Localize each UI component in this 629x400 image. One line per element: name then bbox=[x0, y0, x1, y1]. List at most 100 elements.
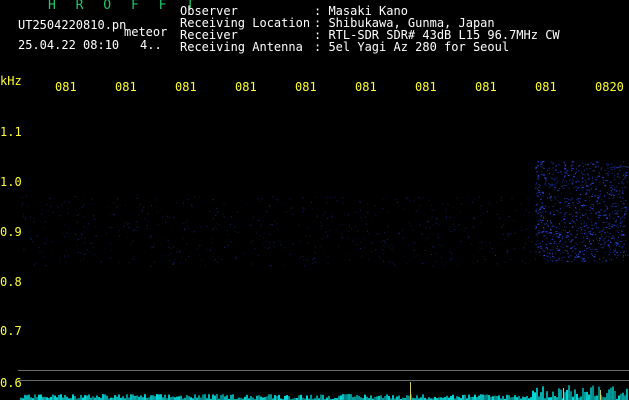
noise-dot bbox=[45, 265, 47, 266]
noise-dot bbox=[603, 243, 606, 245]
noise-dot bbox=[151, 205, 152, 207]
noise-dot bbox=[59, 215, 60, 217]
noise-dot bbox=[620, 217, 622, 219]
noise-dot bbox=[623, 174, 625, 176]
noise-dot bbox=[374, 205, 376, 207]
noise-dot bbox=[582, 173, 585, 175]
noise-dot bbox=[553, 214, 555, 216]
noise-dot bbox=[489, 242, 491, 244]
noise-dot bbox=[619, 170, 621, 171]
noise-dot bbox=[499, 217, 501, 219]
noise-dot bbox=[600, 168, 602, 170]
noise-dot bbox=[338, 224, 340, 225]
noise-dot bbox=[564, 163, 565, 165]
noise-dot bbox=[575, 207, 577, 209]
noise-dot bbox=[545, 211, 547, 213]
noise-dot bbox=[580, 396, 582, 400]
noise-dot bbox=[352, 239, 354, 241]
noise-dot bbox=[402, 208, 404, 210]
noise-dot bbox=[237, 231, 239, 233]
noise-dot bbox=[622, 247, 624, 249]
noise-dot bbox=[622, 193, 624, 194]
noise-dot bbox=[609, 218, 611, 220]
noise-dot bbox=[583, 240, 585, 242]
noise-dot bbox=[539, 219, 541, 221]
noise-dot bbox=[243, 253, 245, 255]
noise-dot bbox=[208, 394, 210, 400]
noise-dot bbox=[213, 200, 215, 202]
noise-dot bbox=[542, 231, 545, 233]
noise-dot bbox=[569, 179, 571, 181]
noise-dot bbox=[538, 232, 540, 234]
noise-dot bbox=[380, 395, 382, 400]
noise-dot bbox=[552, 236, 554, 238]
noise-dot bbox=[279, 240, 281, 242]
noise-dot bbox=[262, 243, 264, 245]
noise-dot bbox=[210, 249, 211, 251]
noise-dot bbox=[327, 235, 329, 237]
noise-dot bbox=[173, 217, 175, 219]
noise-dot bbox=[595, 213, 597, 215]
noise-dot bbox=[543, 167, 545, 169]
noise-dot bbox=[578, 211, 580, 213]
noise-dot bbox=[349, 224, 351, 226]
noise-dot bbox=[164, 394, 166, 400]
noise-dot bbox=[132, 229, 134, 231]
noise-dot bbox=[617, 210, 619, 212]
noise-dot bbox=[419, 204, 421, 206]
noise-dot bbox=[530, 251, 532, 253]
noise-dot bbox=[593, 209, 594, 211]
noise-dot bbox=[570, 213, 572, 215]
noise-dot bbox=[491, 238, 493, 240]
noise-dot bbox=[617, 216, 620, 218]
noise-dot bbox=[604, 232, 606, 234]
noise-dot bbox=[557, 172, 559, 173]
noise-dot bbox=[591, 251, 593, 252]
noise-dot bbox=[600, 169, 602, 171]
noise-dot bbox=[555, 243, 557, 245]
noise-dot bbox=[550, 228, 551, 230]
noise-dot bbox=[552, 163, 554, 165]
noise-dot bbox=[92, 246, 94, 248]
noise-dot bbox=[86, 395, 88, 400]
noise-dot bbox=[595, 226, 597, 228]
noise-dot bbox=[586, 250, 587, 252]
noise-dot bbox=[348, 214, 349, 216]
noise-dot bbox=[302, 207, 304, 209]
noise-dot bbox=[274, 221, 276, 223]
noise-dot bbox=[82, 254, 84, 256]
noise-dot bbox=[547, 220, 548, 222]
noise-dot bbox=[83, 216, 85, 218]
noise-dot bbox=[614, 175, 616, 177]
noise-dot bbox=[543, 228, 546, 230]
noise-dot bbox=[22, 216, 24, 217]
noise-dot bbox=[36, 263, 38, 265]
noise-dot bbox=[147, 213, 149, 215]
noise-dot bbox=[596, 260, 598, 262]
noise-dot bbox=[539, 209, 542, 210]
noise-dot bbox=[600, 234, 602, 236]
noise-dot bbox=[611, 259, 613, 261]
noise-dot bbox=[597, 195, 600, 197]
noise-dot bbox=[527, 236, 529, 238]
noise-dot bbox=[565, 249, 567, 251]
noise-dot bbox=[136, 395, 138, 400]
noise-dot bbox=[113, 202, 114, 203]
noise-dot bbox=[92, 255, 94, 257]
noise-dot bbox=[620, 164, 622, 166]
noise-dot bbox=[549, 242, 552, 244]
noise-dot bbox=[577, 212, 579, 214]
noise-dot bbox=[574, 389, 576, 400]
noise-dot bbox=[523, 247, 525, 249]
noise-dot bbox=[94, 254, 96, 256]
noise-dot bbox=[539, 246, 542, 248]
noise-dot bbox=[624, 254, 626, 256]
noise-dot bbox=[79, 260, 81, 262]
noise-dot bbox=[576, 171, 578, 173]
noise-dot bbox=[147, 220, 149, 222]
noise-dot bbox=[28, 394, 30, 400]
noise-dot bbox=[587, 227, 589, 229]
noise-dot bbox=[138, 396, 140, 400]
noise-dot bbox=[622, 161, 624, 163]
noise-dot bbox=[553, 234, 555, 235]
